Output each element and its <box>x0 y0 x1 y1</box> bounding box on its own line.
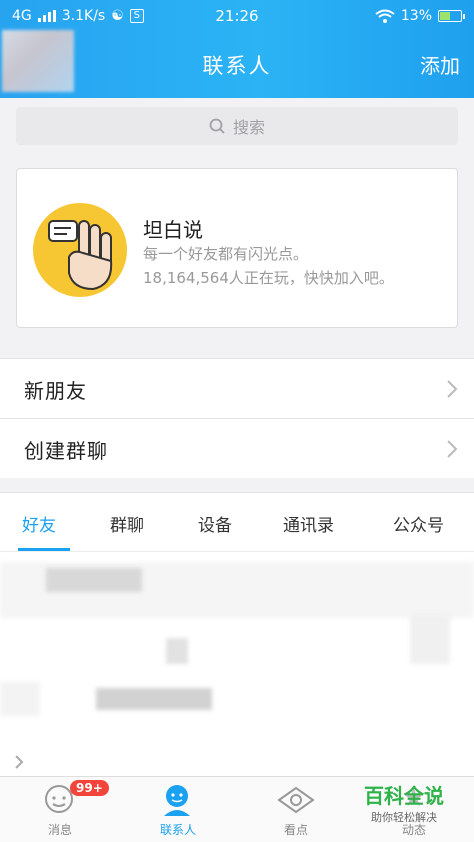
nav-messages-label: 消息 <box>47 823 72 837</box>
watermark-subtitle: 助你轻松解决 <box>371 811 437 824</box>
promo-subtitle: 每一个好友都有闪光点。 <box>143 245 309 263</box>
blurred-block <box>410 614 450 664</box>
friend-list <box>0 552 474 776</box>
search-icon <box>209 118 225 134</box>
page-title: 联系人 <box>202 54 272 78</box>
eye-icon <box>277 786 315 814</box>
blurred-block <box>0 682 40 716</box>
contact-tabs: 好友 群聊 设备 通讯录 公众号 <box>0 492 474 552</box>
wifi-icon <box>375 9 395 23</box>
tanbai-hand-icon <box>33 203 127 297</box>
promo-card[interactable]: 坦白说 每一个好友都有闪光点。 18,164,564人正在玩，快快加入吧。 <box>16 168 458 328</box>
tab-address-book[interactable]: 通讯录 <box>283 511 334 536</box>
battery-icon <box>438 10 465 22</box>
watermark-title: 百科全说 <box>364 784 444 808</box>
search-placeholder: 搜索 <box>232 118 265 137</box>
promo-stats: 18,164,564人正在玩，快快加入吧。 <box>143 269 394 287</box>
blurred-avatar <box>166 638 188 664</box>
chevron-right-icon <box>447 440 458 458</box>
new-friends-row[interactable]: 新朋友 <box>0 358 474 418</box>
search-input[interactable]: 搜索 <box>16 107 458 145</box>
blurred-name <box>46 568 142 592</box>
contacts-icon <box>164 785 190 816</box>
watermark: 百科全说 助你轻松解决 <box>352 780 456 825</box>
create-group-label: 创建群聊 <box>24 439 108 463</box>
chevron-right-icon <box>447 380 458 398</box>
search-area: 搜索 <box>0 98 474 156</box>
tab-groups[interactable]: 群聊 <box>110 511 144 536</box>
tab-friends[interactable]: 好友 <box>22 511 56 536</box>
add-button[interactable]: 添加 <box>420 50 460 79</box>
nav-contacts[interactable]: 联系人 <box>128 777 228 842</box>
tab-indicator <box>18 548 70 551</box>
battery-percent: 13% <box>400 8 432 24</box>
create-group-row[interactable]: 创建群聊 <box>0 418 474 478</box>
nav-contacts-label: 联系人 <box>159 823 196 837</box>
tab-public-accounts[interactable]: 公众号 <box>393 511 444 536</box>
promo-title: 坦白说 <box>143 218 203 242</box>
nav-kandian-label: 看点 <box>283 823 308 837</box>
new-friends-label: 新朋友 <box>24 379 87 403</box>
chevron-right-icon <box>15 755 24 769</box>
tab-devices[interactable]: 设备 <box>198 511 232 536</box>
app-header: 4G 3.1K/s ☯ S 21:26 13% 联系人 添加 <box>0 0 474 98</box>
unread-badge: 99+ <box>70 780 109 796</box>
nav-kandian[interactable]: 看点 <box>246 777 346 842</box>
status-bar: 4G 3.1K/s ☯ S 21:26 13% <box>0 0 474 32</box>
blurred-name <box>96 688 212 710</box>
